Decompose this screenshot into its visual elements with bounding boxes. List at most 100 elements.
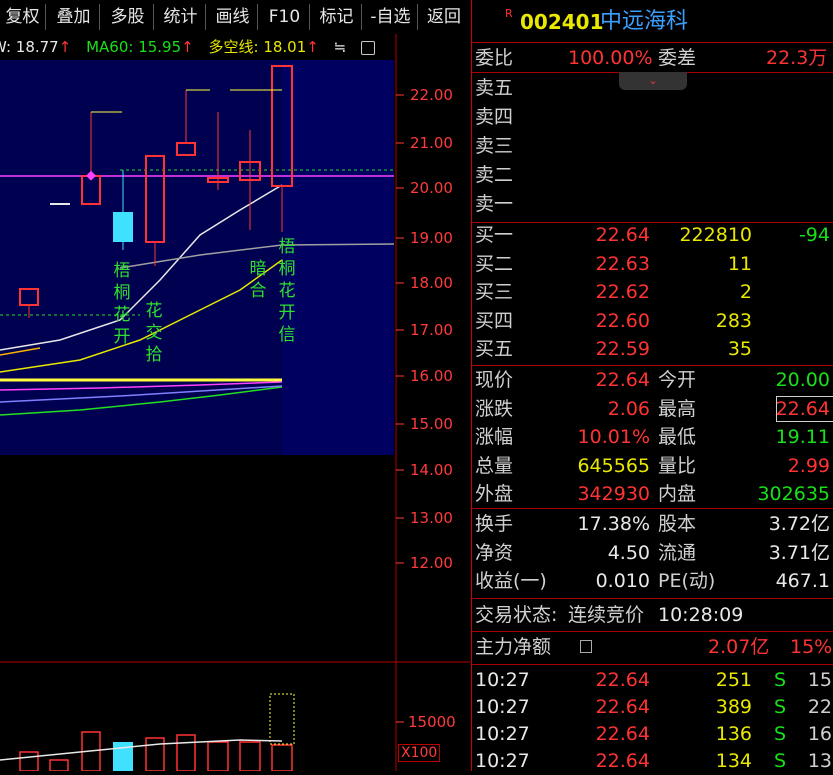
- y-tick-label: 14.00: [410, 461, 453, 479]
- buy-volume: 283: [715, 309, 752, 332]
- stat-label: 涨跌: [475, 397, 514, 420]
- stat-value: 19.11: [775, 426, 830, 448]
- buy-change: -94: [798, 224, 830, 246]
- y-tick-label: 17.00: [410, 321, 453, 339]
- watchlist-button[interactable]: -自选: [364, 4, 418, 30]
- stats-button[interactable]: 统计: [156, 4, 206, 30]
- stat-label: 现价: [475, 369, 514, 391]
- tick-volume: 136: [715, 723, 752, 745]
- weibi-label: 委比: [475, 47, 514, 69]
- quote-row: 卖三: [472, 132, 833, 160]
- annotation-3: 暗合: [249, 259, 267, 301]
- draw-line-button[interactable]: 画线: [208, 4, 258, 30]
- r-badge: R: [505, 7, 513, 20]
- buy-price: 22.63: [595, 252, 650, 275]
- window-toggle-icon[interactable]: [361, 40, 375, 55]
- buy-level-label: 买三: [475, 281, 514, 303]
- quote-row: 买三 22.62 2: [472, 278, 833, 306]
- quote-row: 买一 22.64 222810 -94: [472, 221, 833, 249]
- w-value: W: 18.77: [0, 38, 59, 56]
- stock-name: 中远海科: [600, 9, 689, 34]
- tick-side: S: [773, 723, 786, 745]
- tick-time: 10:27: [475, 696, 530, 718]
- y-tick-label: 15.00: [410, 415, 453, 433]
- y-tick-label: 13.00: [410, 509, 453, 527]
- quote-row: 卖五: [472, 74, 833, 102]
- stat-label: 净资: [475, 541, 514, 564]
- sell-level-label: 卖三: [475, 135, 514, 157]
- ma60-value: MA60: 15.95: [86, 38, 182, 56]
- back-button[interactable]: 返回: [420, 4, 468, 30]
- f10-button[interactable]: F10: [260, 4, 310, 30]
- annotation-4: 梧桐花开信: [278, 237, 296, 345]
- tick-volume: 251: [715, 669, 752, 691]
- buy-price: 22.62: [595, 281, 650, 303]
- stat-value: 3.72亿: [768, 513, 830, 535]
- quote-row: 10:27 22.64 389 S 22: [472, 693, 833, 721]
- volume-unit: X100: [398, 744, 441, 762]
- buy-price: 22.60: [595, 309, 650, 332]
- stat-label: 外盘: [475, 483, 514, 505]
- stat-label: 量比: [658, 454, 697, 477]
- stat-value: 2.06: [607, 397, 650, 420]
- stat-label: PE(动): [658, 570, 716, 592]
- quote-row: 卖一: [472, 190, 833, 218]
- tick-count: 22: [807, 696, 832, 718]
- quote-row: 买五 22.59 35: [472, 335, 833, 363]
- quote-row: 买四 22.60 283: [472, 307, 833, 335]
- mark-button[interactable]: 标记: [312, 4, 362, 30]
- buy-price: 22.64: [595, 224, 650, 246]
- fuquan-button[interactable]: 复权: [0, 4, 46, 30]
- stat-value: 342930: [577, 483, 650, 505]
- buy-volume: 35: [727, 338, 752, 360]
- stat-value: 22.64: [595, 369, 650, 391]
- stat-label: 总量: [475, 454, 514, 477]
- quote-row: 总量 645565 量比 2.99: [472, 452, 833, 480]
- more-icon[interactable]: ≒: [334, 38, 347, 56]
- quote-row: 收益(一) 0.010 PE(动) 467.1: [472, 567, 833, 595]
- duokong-value: 多空线: 18.01: [208, 38, 307, 56]
- tick-time: 10:27: [475, 669, 530, 691]
- main-flow-label: 主力净额: [475, 636, 552, 658]
- stat-value: 4.50: [607, 541, 650, 564]
- kline-chart[interactable]: [0, 0, 470, 771]
- quote-row: 净资 4.50 流通 3.71亿: [472, 539, 833, 567]
- buy-volume: 2: [739, 281, 752, 303]
- quote-row: 10:27 22.64 251 S 15: [472, 666, 833, 694]
- stat-value: 20.00: [775, 369, 830, 391]
- stat-label: 涨幅: [475, 426, 514, 448]
- stat-value: 302635: [757, 483, 830, 505]
- buy-level-label: 买一: [475, 224, 514, 246]
- stat-label: 最高: [658, 397, 697, 420]
- buy-level-label: 买二: [475, 252, 514, 275]
- tick-price: 22.64: [595, 696, 650, 718]
- annotation-2: 花交拾: [145, 301, 163, 365]
- annotation-1: 梧桐花开: [113, 261, 131, 347]
- overlay-button[interactable]: 叠加: [48, 4, 100, 30]
- tick-price: 22.64: [595, 723, 650, 745]
- tick-side: S: [773, 669, 786, 691]
- buy-level-label: 买五: [475, 338, 514, 360]
- buy-volume: 222810: [679, 224, 752, 246]
- tick-price: 22.64: [595, 669, 650, 691]
- buy-volume: 11: [727, 252, 752, 275]
- y-tick-label: 18.00: [410, 274, 453, 292]
- chart-toolbar: 复权 叠加 多股 统计 画线 F10 标记 -自选 返回: [0, 0, 470, 34]
- list-icon[interactable]: [580, 640, 592, 653]
- volume-tick: 15000: [408, 713, 456, 731]
- tick-volume: 389: [715, 696, 752, 718]
- stat-label: 今开: [658, 369, 697, 391]
- quote-row: 换手 17.38% 股本 3.72亿: [472, 510, 833, 538]
- y-tick-label: 12.00: [410, 554, 453, 572]
- trade-status-label: 交易状态:: [475, 604, 558, 626]
- weicha-label: 委差: [658, 47, 697, 69]
- tick-count: 15: [807, 669, 832, 691]
- quote-row: 现价 22.64 今开 20.00: [472, 366, 833, 394]
- y-tick-label: 21.00: [410, 134, 453, 152]
- quote-row: 涨幅 10.01% 最低 19.11: [472, 423, 833, 451]
- stat-label: 内盘: [658, 483, 697, 505]
- stat-value: 645565: [577, 454, 650, 477]
- tick-count: 16: [807, 723, 832, 745]
- multi-stock-button[interactable]: 多股: [102, 4, 154, 30]
- tick-side: S: [773, 696, 786, 718]
